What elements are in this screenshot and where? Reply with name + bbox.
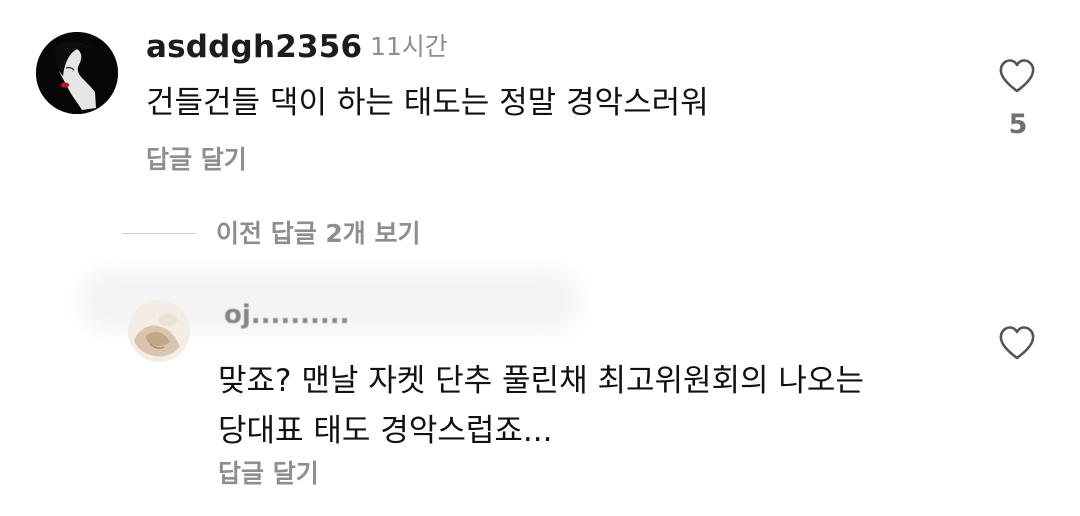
woman-silhouette-avatar-icon: [36, 32, 118, 114]
beige-photo-avatar-icon: [128, 300, 190, 362]
reply-text: 맞죠? 맨날 자켓 단추 풀린채 최고위원회의 나오는 당대표 태도 경악스럽죠…: [218, 356, 864, 456]
like-count: 5: [1008, 109, 1028, 140]
reply-avatar[interactable]: [128, 300, 190, 362]
comment-text: 건들건들 댁이 하는 태도는 정말 경악스러워: [146, 85, 709, 121]
view-previous-replies-button[interactable]: 이전 답글 2개 보기: [216, 219, 421, 249]
like-button[interactable]: [998, 58, 1036, 98]
like-button[interactable]: [998, 325, 1036, 365]
avatar[interactable]: [36, 32, 118, 114]
reply-button[interactable]: 답글 달기: [146, 145, 247, 175]
reply-text-line: 당대표 태도 경악스럽죠...: [218, 413, 553, 449]
reply-button[interactable]: 답글 달기: [218, 459, 319, 489]
reply-username[interactable]: oj..........: [224, 300, 364, 330]
reply-text-line: 맞죠? 맨날 자켓 단추 풀린채 최고위원회의 나오는: [218, 363, 864, 399]
heart-outline-icon: [999, 59, 1035, 93]
thread-divider: [122, 233, 196, 234]
comment-timestamp: 11시간: [370, 32, 448, 61]
comment-username[interactable]: asddgh2356: [146, 29, 362, 65]
heart-outline-icon: [999, 326, 1035, 360]
